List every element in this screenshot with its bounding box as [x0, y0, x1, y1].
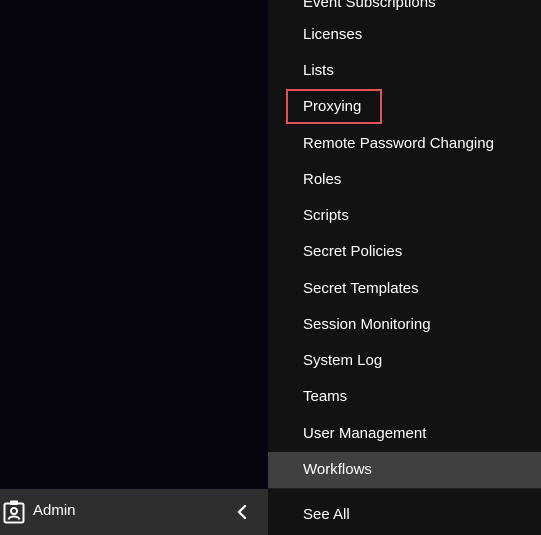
menu-item-label: Lists	[303, 62, 334, 79]
sidebar-footer: Admin	[0, 489, 268, 535]
menu-item-remote-password-changing[interactable]: Remote Password Changing	[268, 126, 541, 162]
menu-item-label: Secret Templates	[303, 280, 419, 297]
menu-item-scripts[interactable]: Scripts	[268, 198, 541, 234]
menu-item-label: Scripts	[303, 207, 349, 224]
menu-item-roles[interactable]: Roles	[268, 162, 541, 198]
menu-item-licenses[interactable]: Licenses	[268, 17, 541, 53]
menu-item-workflows[interactable]: Workflows	[268, 452, 541, 488]
see-all-label: See All	[303, 506, 350, 523]
menu-item-label: Teams	[303, 388, 348, 405]
menu-item-label: System Log	[303, 352, 383, 369]
menu-item-session-monitoring[interactable]: Session Monitoring	[268, 307, 541, 343]
menu-item-secret-policies[interactable]: Secret Policies	[268, 234, 541, 270]
menu-item-label: Secret Policies	[303, 243, 403, 260]
menu-item-label: Remote Password Changing	[303, 135, 494, 152]
menu-item-label: Proxying	[303, 98, 362, 115]
menu-item-label: User Management	[303, 425, 427, 442]
menu-item-label: Roles	[303, 171, 342, 188]
see-all-link[interactable]: See All	[268, 497, 541, 533]
menu-item-proxying[interactable]: Proxying	[268, 89, 541, 125]
menu-item-user-management[interactable]: User Management	[268, 416, 541, 452]
menu-divider	[268, 488, 541, 489]
menu-item-system-log[interactable]: System Log	[268, 343, 541, 379]
menu-item-teams[interactable]: Teams	[268, 379, 541, 415]
menu-item-label: Workflows	[303, 461, 372, 478]
menu-item-lists[interactable]: Lists	[268, 53, 541, 89]
admin-label[interactable]: Admin	[33, 502, 76, 520]
main-content-area: Admin	[0, 0, 268, 535]
menu-item-label: Session Monitoring	[303, 316, 431, 333]
screen: Admin Event Subscriptions Licenses Lists…	[0, 0, 541, 535]
admin-menu: Event Subscriptions Licenses Lists Proxy…	[268, 0, 541, 535]
chevron-left-icon[interactable]	[236, 504, 248, 520]
menu-item-secret-templates[interactable]: Secret Templates	[268, 271, 541, 307]
menu-item-label: Licenses	[303, 26, 363, 43]
admin-badge-icon[interactable]	[3, 500, 25, 524]
